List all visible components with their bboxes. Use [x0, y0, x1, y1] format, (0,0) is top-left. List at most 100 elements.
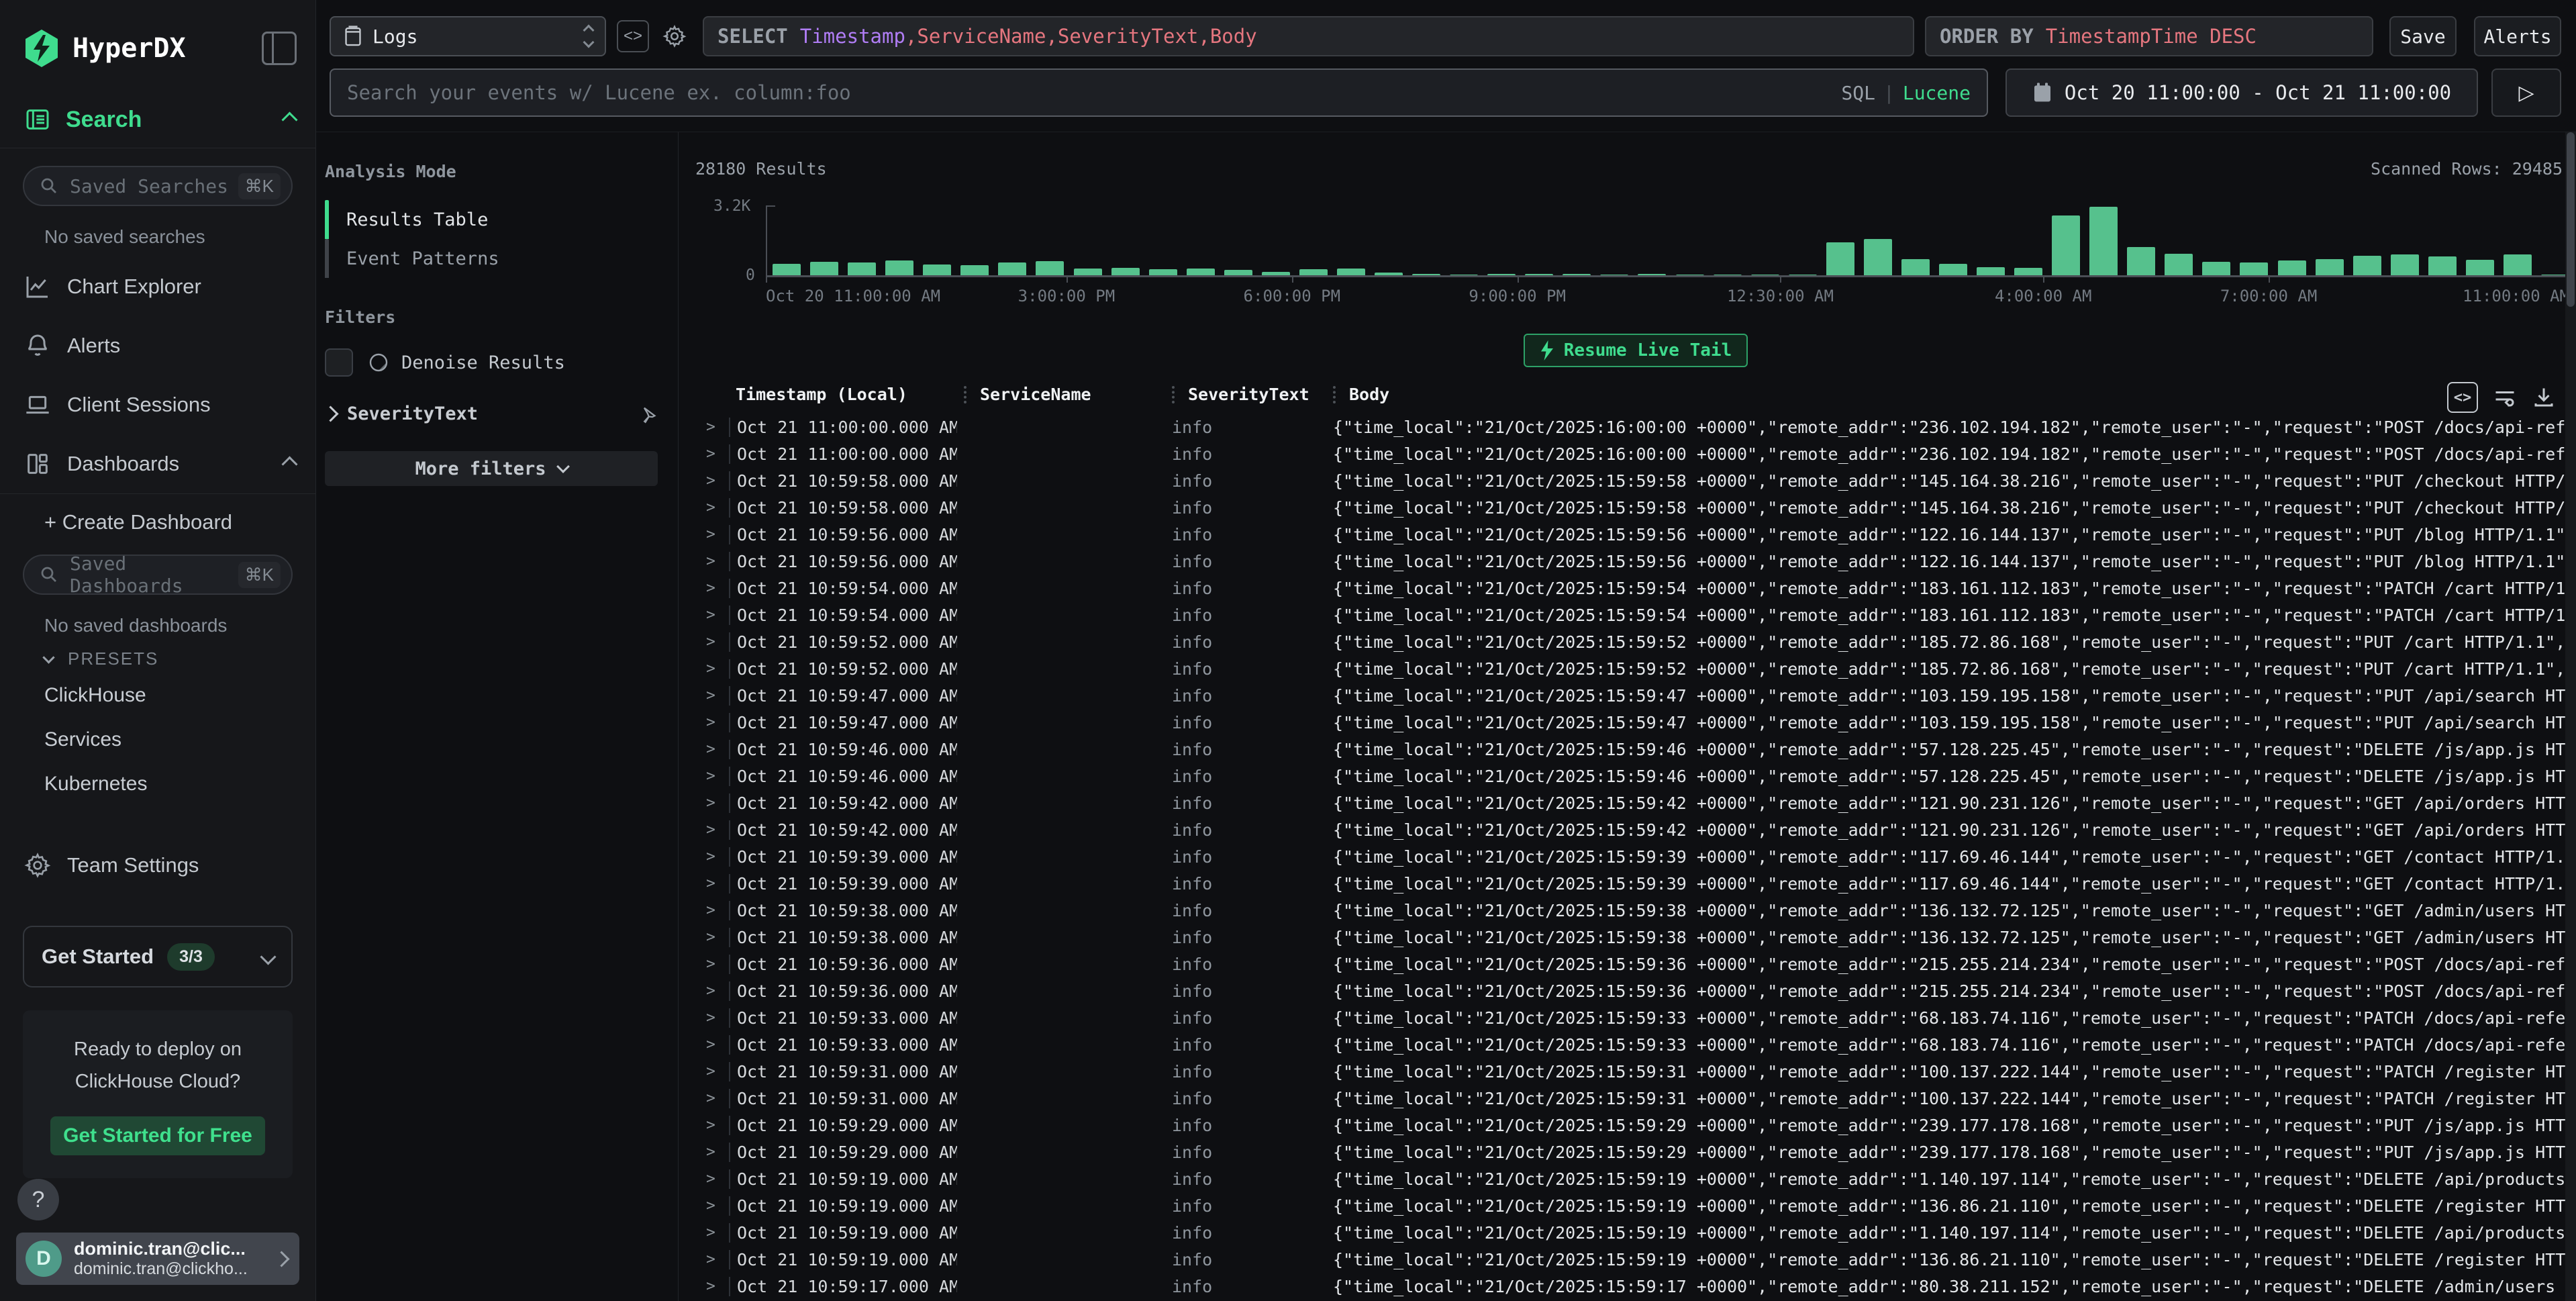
expand-row-icon[interactable]: >	[695, 660, 729, 677]
table-row[interactable]: >Oct 21 10:59:19.000 AMinfo{"time_local"…	[695, 1165, 2576, 1192]
expand-row-icon[interactable]: >	[695, 1143, 729, 1161]
pin-icon[interactable]	[638, 404, 658, 424]
saved-dashboards-input[interactable]: Saved Dashboards ⌘K	[23, 555, 293, 595]
orderby-input[interactable]: ORDER BY TimestampTime DESC	[1925, 16, 2373, 56]
table-row[interactable]: >Oct 21 10:59:19.000 AMinfo{"time_local"…	[695, 1192, 2576, 1219]
expand-row-icon[interactable]: >	[695, 767, 729, 785]
expand-row-icon[interactable]: >	[695, 499, 729, 516]
more-filters-button[interactable]: More filters	[325, 451, 658, 486]
preset-kubernetes[interactable]: Kubernetes	[0, 762, 315, 806]
get-started-dropdown[interactable]: Get Started 3/3	[23, 926, 293, 987]
table-row[interactable]: >Oct 21 10:59:42.000 AMinfo{"time_local"…	[695, 789, 2576, 816]
table-row[interactable]: >Oct 21 10:59:39.000 AMinfo{"time_local"…	[695, 843, 2576, 870]
histogram-bar[interactable]	[1826, 242, 1854, 276]
expand-row-icon[interactable]: >	[695, 848, 729, 865]
table-row[interactable]: >Oct 21 10:59:38.000 AMinfo{"time_local"…	[695, 897, 2576, 924]
expand-row-icon[interactable]: >	[695, 982, 729, 1000]
wrap-lines-icon[interactable]	[2493, 385, 2517, 409]
create-dashboard-button[interactable]: + Create Dashboard	[0, 494, 315, 550]
user-menu[interactable]: D dominic.tran@clic... dominic.tran@clic…	[16, 1233, 299, 1285]
histogram-bar[interactable]	[2278, 260, 2306, 276]
expand-row-icon[interactable]: >	[695, 714, 729, 731]
sidebar-item-alerts[interactable]: Alerts	[0, 316, 315, 375]
table-row[interactable]: >Oct 21 10:59:46.000 AMinfo{"time_local"…	[695, 763, 2576, 789]
scrollbar[interactable]	[2565, 132, 2576, 1301]
column-resize-handle[interactable]	[1172, 386, 1179, 403]
histogram-bar[interactable]	[960, 265, 989, 276]
expand-row-icon[interactable]: >	[695, 875, 729, 892]
expand-row-icon[interactable]: >	[695, 552, 729, 570]
severity-filter-group[interactable]: SeverityText	[325, 403, 658, 424]
histogram-bar[interactable]	[1864, 239, 1892, 276]
alerts-button[interactable]: Alerts	[2474, 16, 2561, 56]
collapse-sidebar-icon[interactable]	[262, 32, 297, 65]
saved-searches-input[interactable]: Saved Searches ⌘K	[23, 166, 293, 206]
source-settings-gear-icon[interactable]	[660, 21, 689, 51]
expand-row-icon[interactable]: >	[695, 687, 729, 704]
sidebar-item-client-sessions[interactable]: Client Sessions	[0, 375, 315, 434]
expand-row-icon[interactable]: >	[695, 418, 729, 436]
table-row[interactable]: >Oct 21 10:59:33.000 AMinfo{"time_local"…	[695, 1004, 2576, 1031]
expand-row-icon[interactable]: >	[695, 633, 729, 650]
histogram-bar[interactable]	[1901, 259, 1930, 276]
sql-editor-toggle-icon[interactable]: <>	[617, 20, 649, 52]
table-row[interactable]: >Oct 21 10:59:56.000 AMinfo{"time_local"…	[695, 521, 2576, 548]
column-resize-handle[interactable]	[964, 386, 971, 403]
table-row[interactable]: >Oct 21 10:59:47.000 AMinfo{"time_local"…	[695, 709, 2576, 736]
preset-services[interactable]: Services	[0, 718, 315, 762]
histogram-bar[interactable]	[2428, 256, 2457, 276]
save-button[interactable]: Save	[2389, 16, 2457, 56]
expand-row-icon[interactable]: >	[695, 902, 729, 919]
table-row[interactable]: >Oct 21 10:59:58.000 AMinfo{"time_local"…	[695, 494, 2576, 521]
histogram-bar[interactable]	[2127, 247, 2155, 276]
expand-row-icon[interactable]: >	[695, 1170, 729, 1188]
expand-row-icon[interactable]: >	[695, 579, 729, 597]
table-code-view-icon[interactable]: <>	[2447, 382, 2478, 413]
preset-clickhouse[interactable]: ClickHouse	[0, 673, 315, 718]
lang-lucene[interactable]: Lucene	[1903, 82, 1971, 104]
table-row[interactable]: >Oct 21 10:59:36.000 AMinfo{"time_local"…	[695, 977, 2576, 1004]
sidebar-item-search[interactable]: Search	[0, 68, 315, 148]
column-resize-handle[interactable]	[1333, 386, 1340, 403]
date-range-picker[interactable]: Oct 20 11:00:00 - Oct 21 11:00:00	[2005, 68, 2478, 117]
table-row[interactable]: >Oct 21 10:59:42.000 AMinfo{"time_local"…	[695, 816, 2576, 843]
expand-row-icon[interactable]: >	[695, 928, 729, 946]
resume-live-tail-button[interactable]: Resume Live Tail	[1524, 334, 1748, 367]
histogram-bar[interactable]	[885, 260, 913, 276]
table-row[interactable]: >Oct 21 10:59:56.000 AMinfo{"time_local"…	[695, 548, 2576, 575]
col-servicename[interactable]: ServiceName	[957, 385, 1165, 404]
expand-row-icon[interactable]: >	[695, 1278, 729, 1295]
table-row[interactable]: >Oct 21 10:59:38.000 AMinfo{"time_local"…	[695, 924, 2576, 951]
expand-row-icon[interactable]: >	[695, 1197, 729, 1214]
table-row[interactable]: >Oct 21 10:59:17.000 AMinfo{"time_local"…	[695, 1273, 2576, 1300]
tab-results-table[interactable]: Results Table	[325, 200, 658, 239]
histogram-bar[interactable]	[2089, 207, 2118, 276]
histogram-bar[interactable]	[2504, 254, 2532, 276]
expand-row-icon[interactable]: >	[695, 740, 729, 758]
table-row[interactable]: >Oct 21 10:59:52.000 AMinfo{"time_local"…	[695, 655, 2576, 682]
event-search-input[interactable]: Search your events w/ Lucene ex. column:…	[330, 68, 1988, 117]
expand-row-icon[interactable]: >	[695, 1116, 729, 1134]
table-row[interactable]: >Oct 21 11:00:00.000 AMinfo{"time_local"…	[695, 440, 2576, 467]
lang-sql[interactable]: SQL	[1841, 82, 1875, 104]
help-button[interactable]: ?	[17, 1179, 59, 1220]
histogram-bar[interactable]	[2353, 256, 2381, 276]
table-row[interactable]: >Oct 21 10:59:31.000 AMinfo{"time_local"…	[695, 1058, 2576, 1085]
histogram-bar[interactable]	[773, 264, 801, 276]
expand-row-icon[interactable]: >	[695, 794, 729, 812]
histogram-bar[interactable]	[810, 262, 838, 276]
sidebar-item-dashboards[interactable]: Dashboards	[0, 434, 315, 493]
histogram-bar[interactable]	[923, 264, 951, 276]
scrollbar-thumb[interactable]	[2567, 132, 2575, 307]
table-row[interactable]: >Oct 21 10:59:19.000 AMinfo{"time_local"…	[695, 1246, 2576, 1273]
get-started-free-button[interactable]: Get Started for Free	[50, 1116, 265, 1155]
table-row[interactable]: >Oct 21 10:59:19.000 AMinfo{"time_local"…	[695, 1219, 2576, 1246]
expand-row-icon[interactable]: >	[695, 1063, 729, 1080]
expand-row-icon[interactable]: >	[695, 526, 729, 543]
presets-toggle[interactable]: PRESETS	[0, 636, 315, 673]
histogram-bar[interactable]	[2052, 215, 2080, 276]
expand-row-icon[interactable]: >	[695, 472, 729, 489]
table-row[interactable]: >Oct 21 10:59:33.000 AMinfo{"time_local"…	[695, 1031, 2576, 1058]
col-severitytext[interactable]: SeverityText	[1165, 385, 1326, 404]
expand-row-icon[interactable]: >	[695, 1090, 729, 1107]
